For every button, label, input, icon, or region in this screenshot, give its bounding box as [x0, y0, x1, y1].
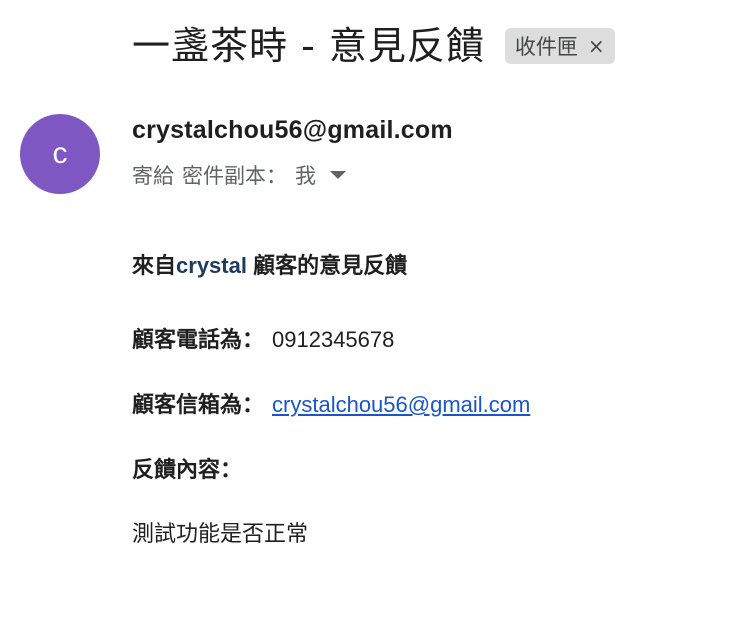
inbox-label-text: 收件匣	[514, 35, 578, 59]
recipients-line: 寄給 密件副本： 我	[132, 160, 346, 190]
customer-email-link[interactable]: crystalchou56@gmail.com	[272, 392, 530, 417]
phone-line: 顧客電話為： 0912345678	[132, 322, 394, 354]
inbox-label-chip[interactable]: 收件匣 ×	[504, 28, 615, 64]
email-line: 顧客信箱為： crystalchou56@gmail.com	[132, 387, 530, 419]
bcc-label: 密件副本：	[182, 164, 287, 188]
sender-email[interactable]: crystalchou56@gmail.com	[132, 116, 453, 145]
avatar-letter: c	[52, 137, 68, 170]
sender-avatar[interactable]: c	[20, 114, 100, 194]
email-label: 顧客信箱為：	[132, 392, 265, 417]
heading-brand: crystal	[176, 253, 247, 278]
email-header: 一盞茶時 - 意見反饋 收件匣 ×	[132, 18, 615, 74]
heading-prefix: 來自	[132, 253, 177, 278]
message-heading: 來自crystal 顧客的意見反饋	[132, 248, 407, 280]
to-label: 寄給	[132, 164, 174, 188]
email-subject: 一盞茶時 - 意見反饋	[132, 24, 485, 68]
phone-value: 0912345678	[272, 327, 395, 352]
recipient-name: 我	[295, 164, 316, 188]
show-details-caret-icon[interactable]	[330, 171, 346, 179]
phone-label: 顧客電話為：	[132, 327, 265, 352]
remove-label-icon[interactable]: ×	[588, 36, 605, 56]
feedback-label: 反饋內容：	[132, 457, 243, 482]
feedback-text: 測試功能是否正常	[132, 521, 309, 546]
heading-suffix: 顧客的意見反饋	[246, 253, 408, 278]
